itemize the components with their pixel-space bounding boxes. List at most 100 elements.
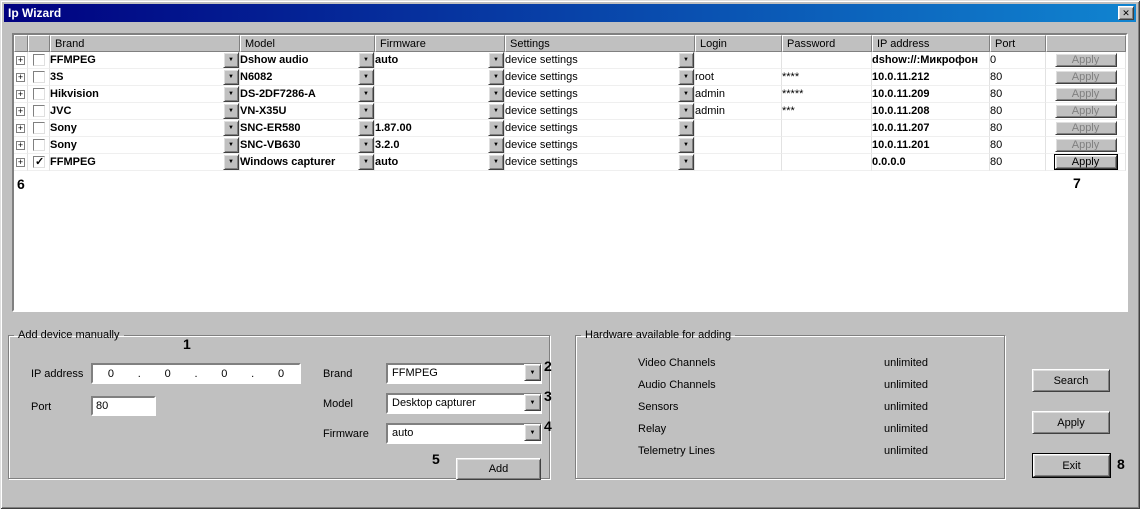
settings-combobox[interactable]: device settings ▼ bbox=[505, 86, 695, 103]
expand-icon[interactable]: + bbox=[16, 89, 25, 99]
firmware-combobox[interactable]: auto ▼ bbox=[375, 154, 505, 171]
port-field[interactable]: 80 bbox=[990, 154, 1046, 171]
row-checkbox[interactable] bbox=[33, 71, 45, 84]
settings-combobox[interactable]: device settings ▼ bbox=[505, 52, 695, 69]
col-header-password[interactable]: Password bbox=[782, 35, 872, 52]
ip-address-field[interactable]: 10.0.11.208 bbox=[872, 103, 990, 120]
chevron-down-icon[interactable]: ▼ bbox=[488, 120, 504, 136]
chevron-down-icon[interactable]: ▼ bbox=[223, 154, 239, 170]
chevron-down-icon[interactable]: ▼ bbox=[678, 154, 694, 170]
expand-icon[interactable]: + bbox=[16, 140, 25, 150]
login-field[interactable] bbox=[695, 120, 782, 137]
model-combobox[interactable]: VN-X35U ▼ bbox=[240, 103, 375, 120]
expand-icon[interactable]: + bbox=[16, 72, 25, 82]
chevron-down-icon[interactable]: ▼ bbox=[223, 103, 239, 119]
chevron-down-icon[interactable]: ▼ bbox=[488, 154, 504, 170]
settings-combobox[interactable]: device settings ▼ bbox=[505, 120, 695, 137]
password-field[interactable]: *** bbox=[782, 103, 872, 120]
chevron-down-icon[interactable]: ▼ bbox=[358, 120, 374, 136]
expand-icon[interactable]: + bbox=[16, 157, 25, 167]
port-field[interactable]: 80 bbox=[990, 69, 1046, 86]
chevron-down-icon[interactable]: ▼ bbox=[223, 52, 239, 68]
firmware-combobox[interactable]: ▼ bbox=[375, 69, 505, 86]
row-checkbox[interactable] bbox=[33, 155, 45, 169]
chevron-down-icon[interactable]: ▼ bbox=[358, 52, 374, 68]
chevron-down-icon[interactable]: ▼ bbox=[223, 120, 239, 136]
row-checkbox[interactable] bbox=[33, 88, 45, 101]
apply-button[interactable]: Apply bbox=[1032, 411, 1110, 434]
chevron-down-icon[interactable]: ▼ bbox=[678, 52, 694, 68]
port-field[interactable]: 80 bbox=[990, 137, 1046, 154]
port-field[interactable]: 80 bbox=[990, 86, 1046, 103]
password-field[interactable] bbox=[782, 154, 872, 171]
col-header-model[interactable]: Model bbox=[240, 35, 375, 52]
chevron-down-icon[interactable]: ▼ bbox=[678, 137, 694, 153]
row-checkbox[interactable] bbox=[33, 105, 45, 118]
col-header-port[interactable]: Port bbox=[990, 35, 1046, 52]
expand-icon[interactable]: + bbox=[16, 106, 25, 116]
firmware-combobox[interactable]: ▼ bbox=[375, 103, 505, 120]
ip-address-field[interactable]: 0.0.0.0 bbox=[872, 154, 990, 171]
chevron-down-icon[interactable]: ▼ bbox=[358, 69, 374, 85]
row-checkbox[interactable] bbox=[33, 122, 45, 135]
port-field[interactable]: 80 bbox=[990, 103, 1046, 120]
password-field[interactable] bbox=[782, 52, 872, 69]
col-header-login[interactable]: Login bbox=[695, 35, 782, 52]
chevron-down-icon[interactable]: ▼ bbox=[358, 86, 374, 102]
titlebar[interactable]: Ip Wizard ✕ bbox=[4, 4, 1136, 22]
chevron-down-icon[interactable]: ▼ bbox=[678, 120, 694, 136]
model-combobox[interactable]: N6082 ▼ bbox=[240, 69, 375, 86]
model-combobox[interactable]: Windows capturer ▼ bbox=[240, 154, 375, 171]
row-apply-button[interactable]: Apply bbox=[1054, 70, 1117, 84]
search-button[interactable]: Search bbox=[1032, 369, 1110, 392]
chevron-down-icon[interactable]: ▼ bbox=[358, 137, 374, 153]
login-field[interactable] bbox=[695, 154, 782, 171]
brand-combobox[interactable]: Sony ▼ bbox=[50, 120, 240, 137]
chevron-down-icon[interactable]: ▼ bbox=[678, 69, 694, 85]
ip-address-field[interactable]: 10.0.11.212 bbox=[872, 69, 990, 86]
chevron-down-icon[interactable]: ▼ bbox=[488, 52, 504, 68]
col-header-firmware[interactable]: Firmware bbox=[375, 35, 505, 52]
brand-combobox[interactable]: 3S ▼ bbox=[50, 69, 240, 86]
ip-address-field[interactable]: 10.0.11.201 bbox=[872, 137, 990, 154]
ip-address-field[interactable]: 10.0.11.209 bbox=[872, 86, 990, 103]
close-button[interactable]: ✕ bbox=[1118, 6, 1134, 20]
login-field[interactable] bbox=[695, 137, 782, 154]
login-field[interactable] bbox=[695, 52, 782, 69]
chevron-down-icon[interactable]: ▼ bbox=[524, 364, 541, 381]
row-checkbox[interactable] bbox=[33, 54, 45, 67]
brand-combobox[interactable]: FFMPEG ▼ bbox=[50, 154, 240, 171]
row-apply-button[interactable]: Apply bbox=[1054, 87, 1117, 101]
row-apply-button[interactable]: Apply bbox=[1054, 104, 1117, 118]
expand-icon[interactable]: + bbox=[16, 55, 25, 65]
firmware-combobox[interactable]: 3.2.0 ▼ bbox=[375, 137, 505, 154]
model-combobox[interactable]: DS-2DF7286-A ▼ bbox=[240, 86, 375, 103]
chevron-down-icon[interactable]: ▼ bbox=[358, 103, 374, 119]
model-dropdown[interactable]: Desktop capturer ▼ bbox=[386, 393, 542, 414]
brand-combobox[interactable]: JVC ▼ bbox=[50, 103, 240, 120]
port-field[interactable]: 0 bbox=[990, 52, 1046, 69]
chevron-down-icon[interactable]: ▼ bbox=[488, 137, 504, 153]
settings-combobox[interactable]: device settings ▼ bbox=[505, 154, 695, 171]
password-field[interactable]: ***** bbox=[782, 86, 872, 103]
brand-combobox[interactable]: FFMPEG ▼ bbox=[50, 52, 240, 69]
row-apply-button[interactable]: Apply bbox=[1054, 121, 1117, 135]
model-combobox[interactable]: SNC-VB630 ▼ bbox=[240, 137, 375, 154]
firmware-combobox[interactable]: 1.87.00 ▼ bbox=[375, 120, 505, 137]
model-combobox[interactable]: SNC-ER580 ▼ bbox=[240, 120, 375, 137]
expand-icon[interactable]: + bbox=[16, 123, 25, 133]
add-button[interactable]: Add bbox=[456, 458, 541, 480]
login-field[interactable]: root bbox=[695, 69, 782, 86]
password-field[interactable] bbox=[782, 120, 872, 137]
login-field[interactable]: admin bbox=[695, 103, 782, 120]
row-apply-button[interactable]: Apply bbox=[1054, 155, 1117, 169]
col-header-ip-address[interactable]: IP address bbox=[872, 35, 990, 52]
chevron-down-icon[interactable]: ▼ bbox=[223, 69, 239, 85]
settings-combobox[interactable]: device settings ▼ bbox=[505, 137, 695, 154]
chevron-down-icon[interactable]: ▼ bbox=[223, 137, 239, 153]
chevron-down-icon[interactable]: ▼ bbox=[678, 86, 694, 102]
col-header-settings[interactable]: Settings bbox=[505, 35, 695, 52]
brand-dropdown[interactable]: FFMPEG ▼ bbox=[386, 363, 542, 384]
chevron-down-icon[interactable]: ▼ bbox=[524, 394, 541, 411]
chevron-down-icon[interactable]: ▼ bbox=[223, 86, 239, 102]
